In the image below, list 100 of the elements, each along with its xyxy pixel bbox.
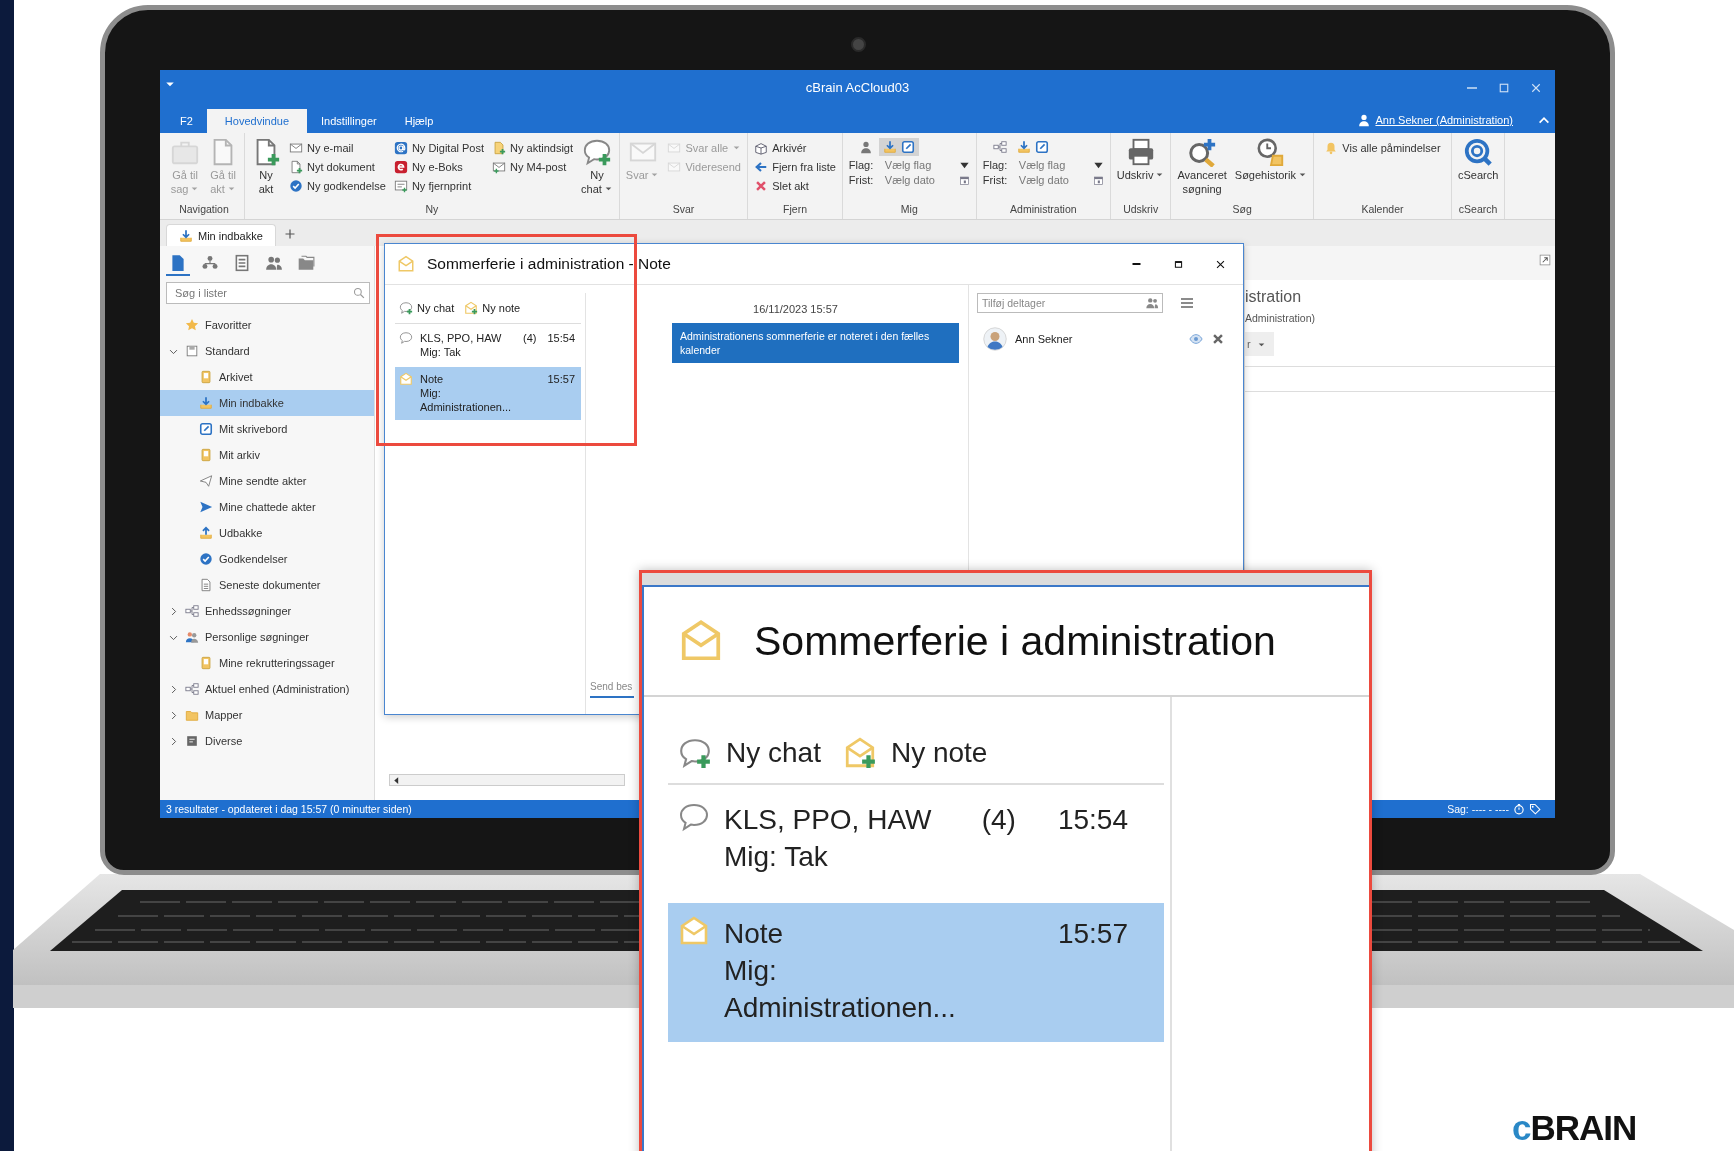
scroll-left-icon[interactable] xyxy=(392,775,401,785)
picker-value[interactable]: Vælg flag xyxy=(884,159,953,171)
envelope-icon xyxy=(667,140,682,155)
avatar-icon xyxy=(983,327,1007,351)
participant-field[interactable]: Tilføj deltager xyxy=(977,293,1163,313)
conversation-item[interactable]: Note 15:57 Mig: Administrationen... xyxy=(668,903,1164,1042)
new-conversation-button[interactable]: Ny note xyxy=(464,301,521,315)
new-conversation-button[interactable]: Ny chat xyxy=(399,301,455,315)
ribbon-button[interactable]: cSearch xyxy=(1457,137,1499,182)
window-title: cBrain AcCloud03 xyxy=(805,80,910,95)
user-link[interactable]: Ann Sekner (Administration) xyxy=(1375,114,1513,126)
ribbon-tab[interactable]: Indstillinger xyxy=(307,109,391,133)
tree-item[interactable]: Mapper xyxy=(160,702,374,728)
menu-icon[interactable] xyxy=(1179,295,1195,311)
tag-icon[interactable] xyxy=(1529,803,1541,815)
at-sign-icon xyxy=(393,140,408,155)
picker-value[interactable]: Vælg dato xyxy=(1018,174,1087,186)
download-tray-icon xyxy=(179,228,193,243)
tree-item[interactable]: Enhedssøgninger xyxy=(160,598,374,624)
person-icon xyxy=(1357,113,1372,127)
edit-square-icon xyxy=(199,422,213,436)
ribbon-button[interactable]: Nyt dokument xyxy=(289,158,386,175)
edit-square-icon[interactable] xyxy=(900,140,915,154)
expand-icon[interactable] xyxy=(1539,254,1551,266)
ribbon-button[interactable]: Arkivér xyxy=(754,139,836,156)
horizontal-scrollbar[interactable] xyxy=(389,774,625,786)
ribbon-group-label: Kalender xyxy=(1360,203,1405,217)
download-tray-icon[interactable] xyxy=(882,140,897,154)
ribbon-tab[interactable]: F2 xyxy=(166,109,207,133)
ribbon-button[interactable]: Avanceret søgning xyxy=(1177,137,1227,196)
brand-logo: cBRAIN xyxy=(1512,1108,1637,1148)
archive-box-icon xyxy=(754,140,769,155)
document-lines-icon xyxy=(199,578,213,592)
cross-icon[interactable] xyxy=(1211,332,1225,346)
conversation-item[interactable]: Note 15:57 Mig: Administrationen... xyxy=(395,367,581,420)
participant-name: Ann Sekner xyxy=(1015,333,1073,345)
ribbon-button[interactable]: Slet akt xyxy=(754,177,836,194)
tree-item[interactable]: Mine chattede akter xyxy=(160,494,374,520)
tree-item[interactable]: Diverse xyxy=(160,728,374,754)
new-conversation-button[interactable]: Ny chat xyxy=(678,736,821,770)
new-conversation-button[interactable]: Ny note xyxy=(842,736,988,770)
ribbon-group-label: Svar xyxy=(671,203,696,217)
stopwatch-icon[interactable] xyxy=(1513,803,1525,815)
conversation-item[interactable]: KLS, PPO, HAW (4) 15:54 Mig: Tak xyxy=(395,326,581,365)
ribbon-button[interactable]: Ny Digital Post xyxy=(393,139,485,156)
dropdown-button[interactable]: r xyxy=(1245,332,1274,356)
ribbon-button[interactable]: Ny aktindsigt xyxy=(492,139,573,156)
message-bubble: Administrationens sommerferie er noteret i den fælles kalender xyxy=(672,323,959,363)
ribbon-button[interactable]: Udskriv xyxy=(1116,137,1165,182)
ribbon-button[interactable]: Ny godkendelse xyxy=(289,177,386,194)
ribbon-button[interactable]: Ny akt xyxy=(251,137,281,196)
ribbon-button[interactable]: Fjern fra liste xyxy=(754,158,836,175)
minimize-icon xyxy=(1131,263,1141,265)
ribbon-button[interactable]: Ny fjernprint xyxy=(393,177,485,194)
view-tab[interactable] xyxy=(166,252,190,276)
network-icon xyxy=(185,682,199,696)
tree-item[interactable]: Mine rekrutteringssager xyxy=(160,650,374,676)
note-envelope-plus-icon xyxy=(464,301,479,315)
close-icon xyxy=(1530,81,1542,94)
picker-value[interactable]: Vælg flag xyxy=(1018,159,1087,171)
chat-bubble-plus-icon xyxy=(678,736,712,770)
tree-item[interactable]: Godkendelser xyxy=(160,546,374,572)
magnifier-icon xyxy=(1463,137,1494,167)
tree-item[interactable]: Min indbakke xyxy=(160,390,374,416)
tree-item[interactable]: Standard xyxy=(160,338,374,364)
calendar-icon[interactable] xyxy=(958,174,970,186)
tree-item[interactable]: Mit arkiv xyxy=(160,442,374,468)
tree-item[interactable]: Mine sendte akter xyxy=(160,468,374,494)
toggle-button-group[interactable] xyxy=(878,138,919,156)
tree-item[interactable]: Arkivet xyxy=(160,364,374,390)
ribbon-button[interactable]: Vis alle påmindelser xyxy=(1324,139,1441,156)
ribbon-button[interactable]: Ny M4-post xyxy=(492,158,573,175)
tree-item[interactable]: Udbakke xyxy=(160,520,374,546)
ribbon-button[interactable]: Ny e-mail xyxy=(289,139,386,156)
ribbon-group-label: Mig xyxy=(899,203,919,217)
calendar-icon[interactable] xyxy=(1092,174,1104,186)
tree-item[interactable]: Personlige søgninger xyxy=(160,624,374,650)
eye-icon[interactable] xyxy=(1189,332,1203,346)
page-icon xyxy=(185,344,199,358)
ribbon-button[interactable]: Søgehistorik xyxy=(1234,137,1307,182)
plus-icon[interactable] xyxy=(283,228,296,240)
picker-value[interactable]: Vælg dato xyxy=(884,174,953,186)
network-icon xyxy=(992,140,1007,154)
ribbon-button[interactable]: Ny e-Boks xyxy=(393,158,485,175)
status-text: 3 resultater - opdateret i dag 15:57 (0 minutter siden) xyxy=(165,803,412,815)
tree-item[interactable]: Mit skrivebord xyxy=(160,416,374,442)
download-tray-icon[interactable] xyxy=(1016,140,1031,154)
bell-icon xyxy=(1324,140,1339,155)
tree-item[interactable]: Seneste dokumenter xyxy=(160,572,374,598)
ribbon-tab[interactable]: Hovedvindue xyxy=(206,109,308,133)
tree-item[interactable]: Aktuel enhed (Administration) xyxy=(160,676,374,702)
ribbon-tab[interactable]: Hjælp xyxy=(390,109,448,133)
document-heading: istration xyxy=(1245,288,1303,306)
people-icon[interactable] xyxy=(1145,296,1159,310)
ribbon-button[interactable]: Ny chat xyxy=(581,137,613,196)
conversation-item[interactable]: KLS, PPO, HAW (4) 15:54 Mig: Tak xyxy=(668,789,1164,887)
search-field[interactable]: Søg i lister xyxy=(166,282,370,304)
document-tab[interactable]: Min indbakke xyxy=(166,224,276,246)
tree-item[interactable]: Favoritter xyxy=(160,312,374,338)
edit-square-icon[interactable] xyxy=(1034,140,1049,154)
